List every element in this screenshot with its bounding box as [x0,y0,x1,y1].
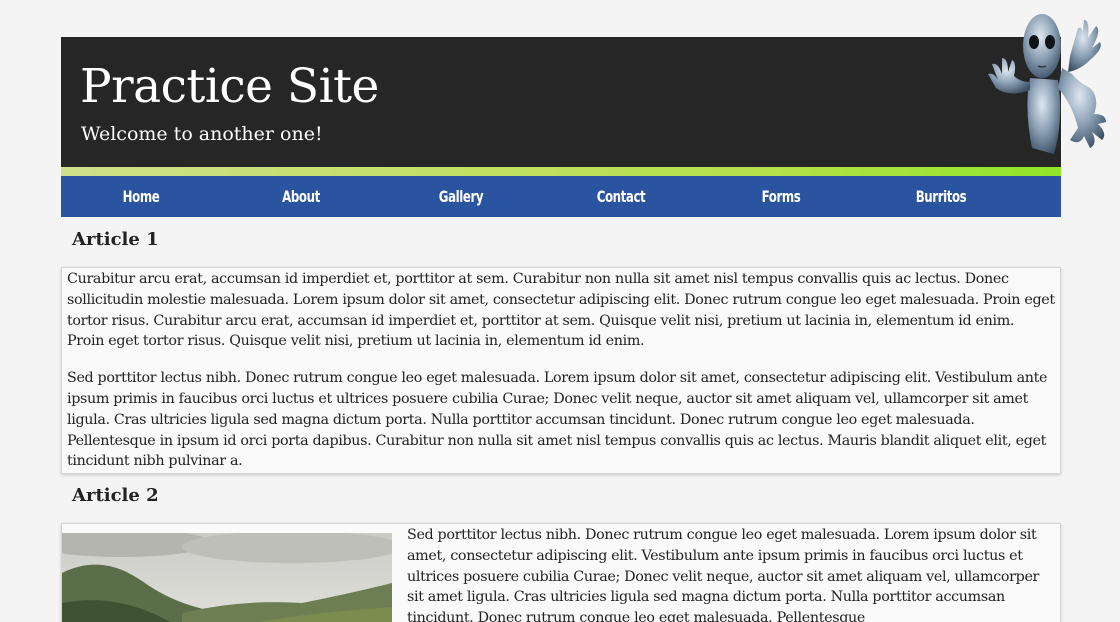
article-1-heading: Article 1 [72,229,159,250]
header-accent-bar [61,167,1061,176]
nav-item-about[interactable]: About [235,176,366,217]
article-2-heading: Article 2 [72,485,159,506]
article-2-paragraph-1: Sed porttitor lectus nibh. Donec rutrum … [407,527,1040,622]
alien-mascot-icon [988,14,1106,154]
article-1-card: Curabitur arcu erat, accumsan id imperdi… [61,267,1061,474]
site-subtitle: Welcome to another one! [81,123,323,145]
main-nav: Home About Gallery Contact Forms Burrito… [61,176,1061,217]
mountain-landscape-photo [62,533,392,622]
article-1-paragraph-1: Curabitur arcu erat, accumsan id imperdi… [67,271,1055,350]
article-2-card: Sed porttitor lectus nibh. Donec rutrum … [61,523,1061,622]
site-header: Practice Site Welcome to another one! [61,37,1061,167]
nav-item-gallery[interactable]: Gallery [395,176,526,217]
site-title: Practice Site [80,59,379,114]
nav-item-burritos[interactable]: Burritos [875,176,1006,217]
nav-item-contact[interactable]: Contact [555,176,686,217]
nav-item-home[interactable]: Home [75,176,206,217]
nav-item-forms[interactable]: Forms [715,176,846,217]
article-2-text: Sed porttitor lectus nibh. Donec rutrum … [407,525,1059,622]
article-1-paragraph-2: Sed porttitor lectus nibh. Donec rutrum … [67,370,1048,470]
